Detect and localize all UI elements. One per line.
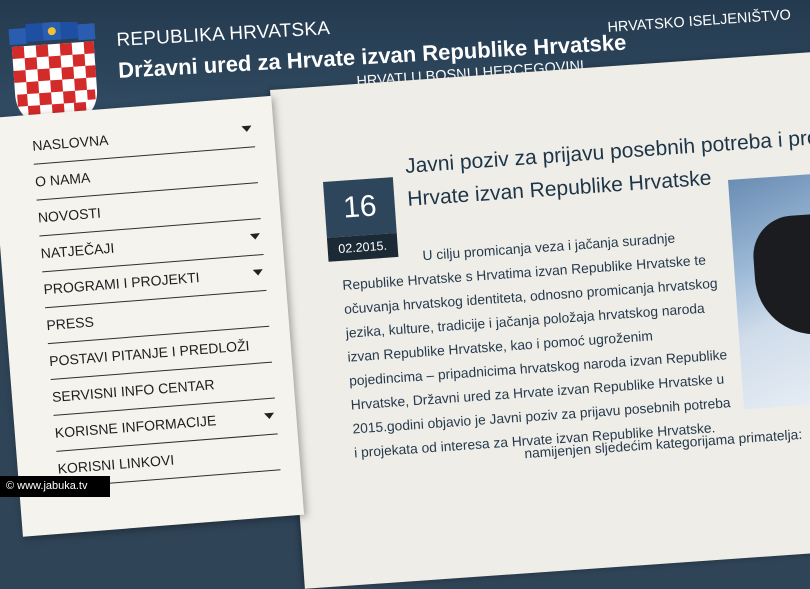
watermark-text: www.jabuka.tv: [17, 480, 88, 492]
sidebar-item-label: POSTAVI PITANJE I PREDLOŽI: [48, 337, 250, 370]
article-body: U cilju promicanja veza i jačanja suradn…: [340, 222, 754, 465]
chevron-down-icon[interactable]: [252, 269, 264, 276]
chevron-down-icon[interactable]: [241, 125, 252, 133]
sidebar-item-label: PRESS: [45, 313, 95, 334]
chevron-down-icon[interactable]: [249, 233, 261, 240]
sidebar-item-label: PROGRAMI I PROJEKTI: [42, 269, 201, 298]
sidebar-item-label: NATJEČAJI: [40, 239, 115, 262]
photo-figure: [750, 212, 810, 339]
sidebar-menu: NASLOVNA O NAMA NOVOSTI NATJEČAJI PROGRA…: [0, 95, 305, 537]
sidebar-item-label: NOVOSTI: [37, 204, 102, 226]
sidebar-item-label: SERVISNI INFO CENTAR: [51, 376, 216, 405]
sidebar-item-label: KORISNE INFORMACIJE: [54, 412, 217, 441]
chevron-down-icon[interactable]: [264, 412, 275, 420]
nav-link-iseljenistvo[interactable]: HRVATSKO ISELJENIŠTVO: [607, 7, 791, 36]
watermark: © www.jabuka.tv: [0, 476, 110, 497]
sidebar-item-label: NASLOVNA: [31, 131, 109, 154]
sidebar-item-label: KORISNI LINKOVI: [57, 451, 175, 477]
date-day: 16: [323, 177, 397, 238]
sidebar-item-label: O NAMA: [34, 169, 91, 190]
